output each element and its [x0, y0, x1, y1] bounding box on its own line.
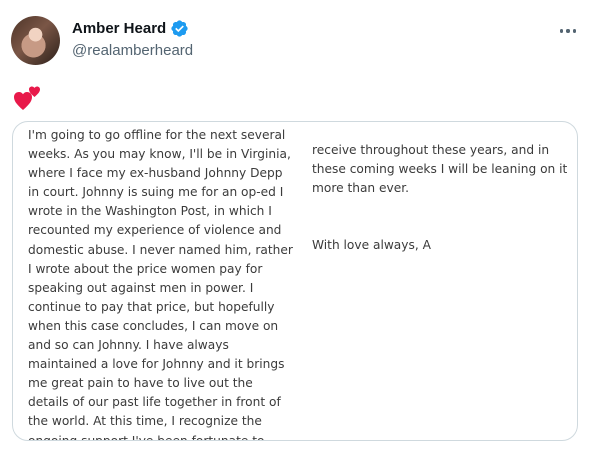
statement-right-column: receive throughout these years, and in t… — [312, 143, 568, 196]
avatar[interactable] — [11, 16, 60, 65]
statement-signoff: With love always, A — [312, 238, 431, 253]
author-name-row[interactable]: Amber Heard — [72, 19, 189, 38]
more-options-icon[interactable] — [558, 22, 578, 40]
statement-left-column: I'm going to go offline for the next sev… — [28, 128, 293, 441]
statement-image[interactable]: I'm going to go offline for the next sev… — [12, 121, 578, 441]
author-handle[interactable]: @realamberheard — [72, 42, 193, 59]
author-display-name[interactable]: Amber Heard — [72, 20, 166, 37]
statement-right-column-wrapper: receive throughout these years, and in t… — [312, 122, 574, 275]
two-hearts-icon — [14, 86, 40, 110]
verified-badge-icon[interactable] — [170, 19, 189, 38]
